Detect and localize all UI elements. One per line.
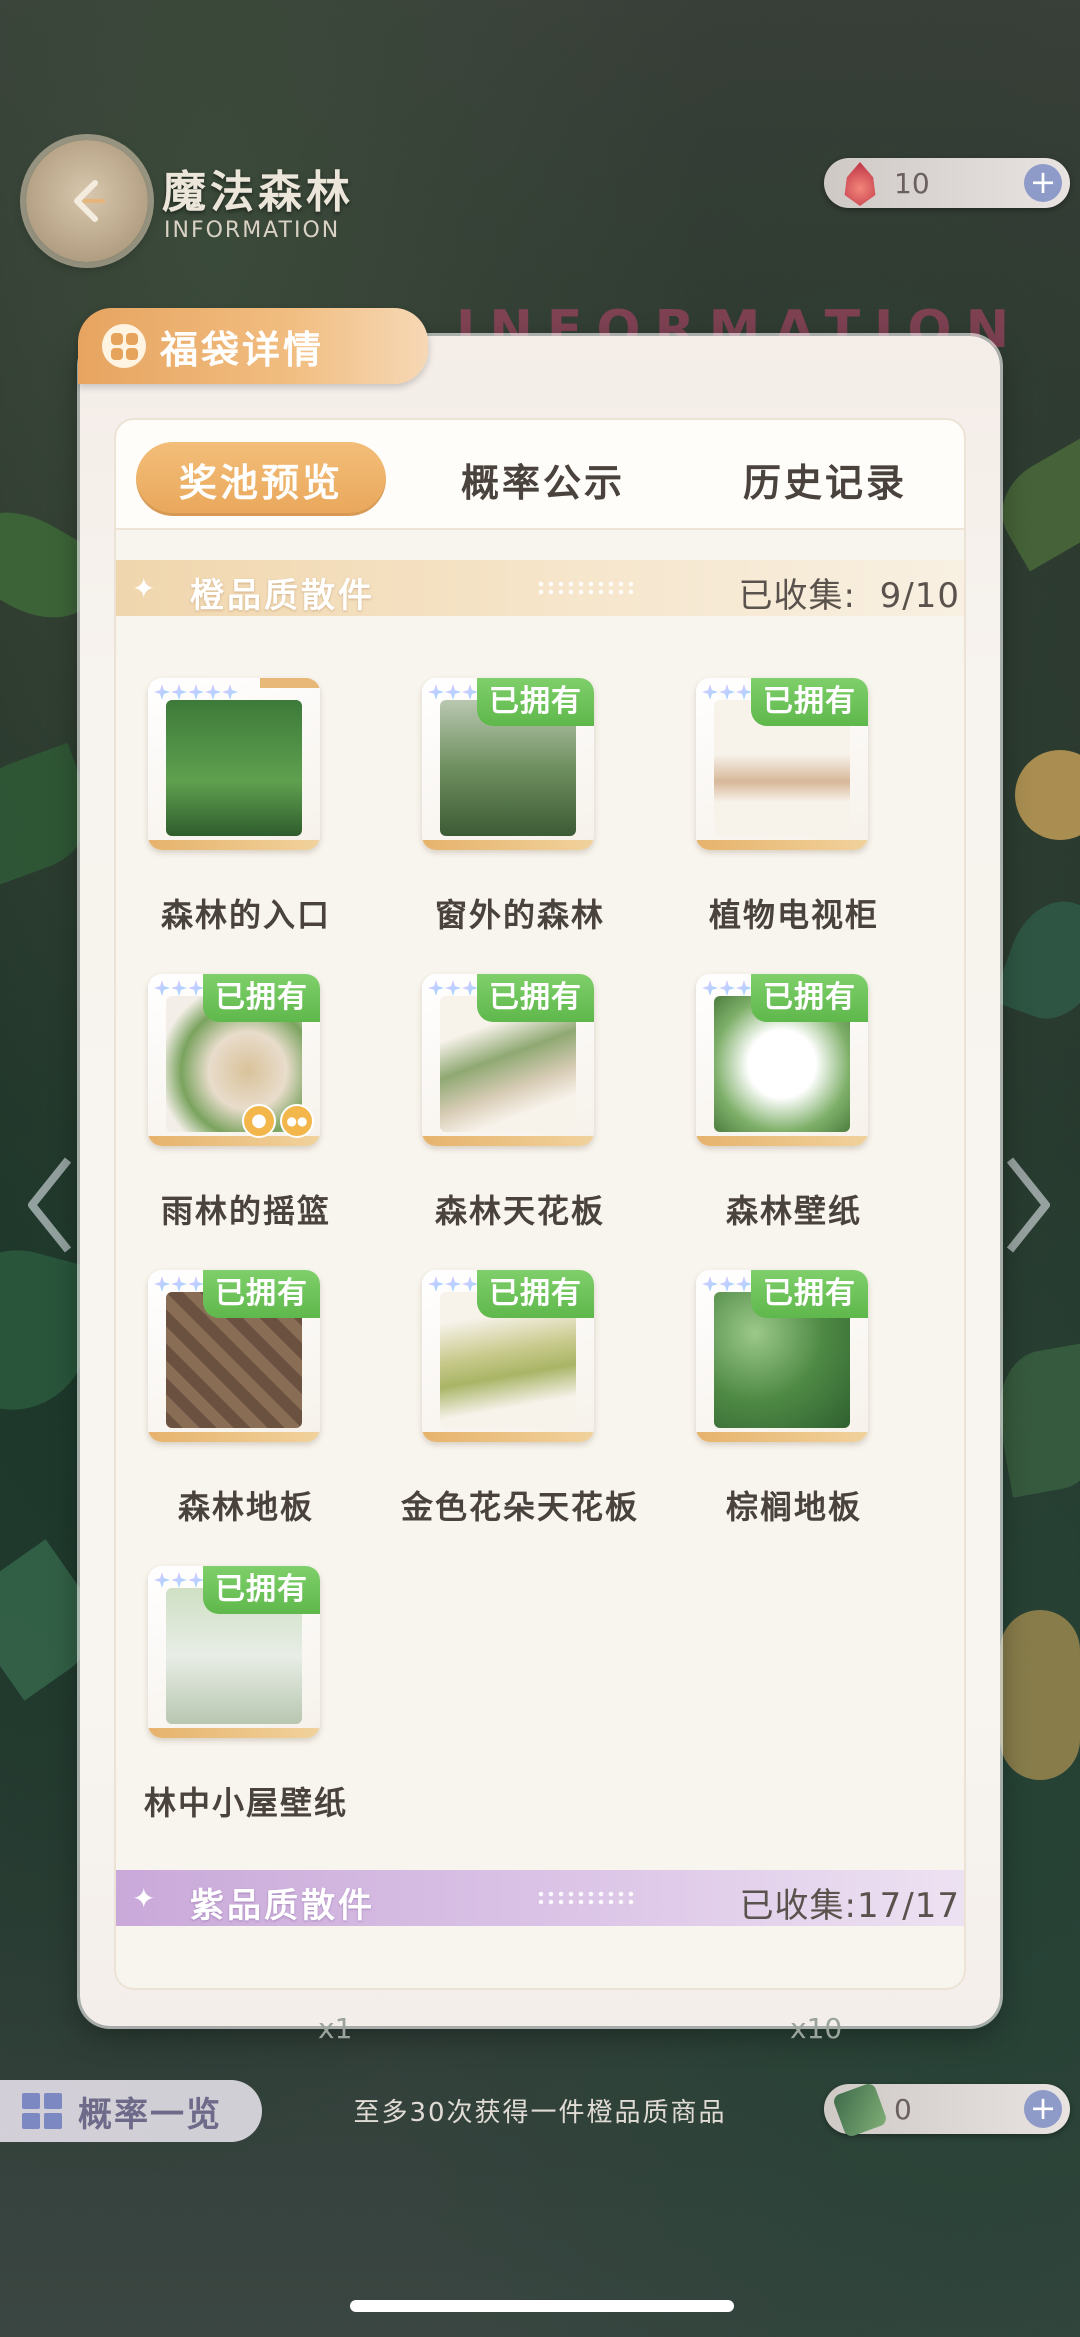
item-card[interactable]: 已拥有 ● ●● [148,974,320,1146]
item-card[interactable]: 已拥有 [422,678,594,850]
item-name: 窗外的森林 [434,896,605,934]
item-card[interactable]: 已拥有 [422,1270,594,1442]
section-orange-header: ✦ 橙品质散件 已收集: 9/10 [116,560,964,616]
item-card[interactable]: 已拥有 [148,1270,320,1442]
section-purple-count: 已收集:17/17 [739,1886,960,1926]
rarity-stars-icon [154,684,238,700]
owned-badge: 已拥有 [203,1566,320,1614]
add-currency-button[interactable]: + [1024,164,1062,202]
item-name: 森林天花板 [434,1192,605,1230]
quality-strip [148,1728,320,1738]
tab-pool-preview[interactable]: 奖池预览 [136,442,386,516]
panel-header: 福袋详情 [78,308,428,384]
owned-badge: 已拥有 [203,1270,320,1318]
dots-decoration [536,1890,636,1906]
back-button[interactable] [26,140,148,262]
home-indicator [350,2300,734,2312]
flame-gem-icon [844,162,876,206]
item-name: 森林地板 [177,1488,314,1526]
quality-strip [422,1432,594,1442]
item-name: 棕榈地板 [725,1488,862,1526]
currency-pill-bottom: 0 + [824,2081,1070,2139]
owned-badge: 已拥有 [477,974,594,1022]
interaction-icons: ● ●● [242,1104,314,1138]
owned-badge: 已拥有 [477,678,594,726]
add-ticket-button[interactable]: + [1024,2090,1062,2128]
quality-strip [148,1432,320,1442]
tab-history[interactable]: 历史记录 [700,442,950,516]
item-name: 森林的入口 [160,896,331,934]
item-card[interactable]: 已拥有 [696,678,868,850]
single-person-icon: ● [242,1104,276,1138]
section-orange-count: 已收集: 9/10 [738,576,960,616]
item-card[interactable]: 已拥有 [422,974,594,1146]
currency-top-value: 10 [894,166,930,200]
owned-badge: 已拥有 [751,678,868,726]
owned-badge: 已拥有 [751,974,868,1022]
back-arrow-icon [74,180,105,222]
section-purple-header: ✦ 紫品质散件 已收集:17/17 [116,1870,964,1926]
item-name: 金色花朵天花板 [400,1488,639,1526]
owned-badge: 已拥有 [477,1270,594,1318]
page-title: 魔法森林 [162,167,354,218]
sparkle-icon: ✦ [132,572,156,605]
prev-arrow-icon[interactable] [22,1150,78,1260]
tab-bar: 奖池预览 概率公示 历史记录 [116,420,964,530]
item-name: 植物电视柜 [708,896,879,934]
quality-strip [696,1136,868,1146]
section-orange-title: 橙品质散件 [190,576,375,616]
item-name: 林中小屋壁纸 [143,1784,348,1822]
clover-icon [102,324,146,368]
item-name: 雨林的摇篮 [160,1192,331,1230]
draw-x1-label: x1 [318,2012,353,2045]
forest-entrance-icon [166,700,302,836]
section-purple-title: 紫品质散件 [190,1886,375,1926]
quality-strip [422,840,594,850]
item-name: 森林壁纸 [725,1192,862,1230]
owned-badge: 已拥有 [203,974,320,1022]
sparkle-icon: ✦ [132,1882,156,1915]
corner-decoration [260,678,320,688]
dots-decoration [536,580,636,596]
item-card[interactable] [148,678,320,850]
tab-probability[interactable]: 概率公示 [418,442,668,516]
next-arrow-icon[interactable] [1000,1150,1056,1260]
item-card[interactable]: 已拥有 [148,1566,320,1738]
item-card[interactable]: 已拥有 [696,1270,868,1442]
panel-content: 奖池预览 概率公示 历史记录 ✦ 橙品质散件 已收集: 9/10 森林的入口已拥… [114,418,966,1990]
draw-x10-label: x10 [790,2012,843,2045]
quality-strip [696,1432,868,1442]
panel-title: 福袋详情 [160,327,325,372]
quality-strip [148,840,320,850]
quality-strip [422,1136,594,1146]
currency-bottom-value: 0 [894,2092,912,2126]
two-person-icon: ●● [280,1104,314,1138]
page-subtitle: INFORMATION [164,218,341,243]
ticket-icon [831,2081,889,2139]
currency-pill-top: 10 + [824,158,1070,208]
item-card[interactable]: 已拥有 [696,974,868,1146]
owned-badge: 已拥有 [751,1270,868,1318]
quality-strip [696,840,868,850]
